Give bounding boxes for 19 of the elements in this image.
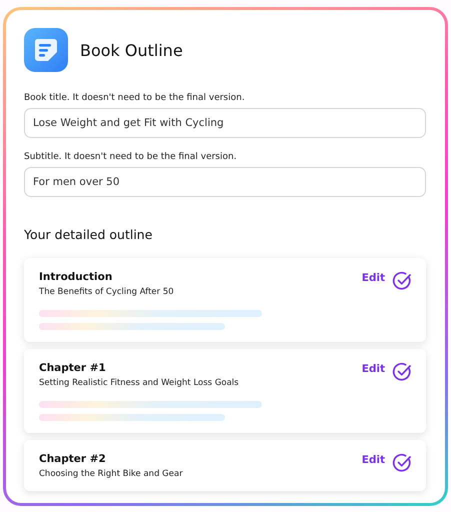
check-circle-icon[interactable]	[392, 271, 412, 291]
page-title: Book Outline	[80, 40, 183, 60]
card-title: Introduction	[39, 271, 114, 283]
document-icon	[24, 28, 68, 72]
card-title: Chapter #2	[39, 453, 107, 465]
card-subtitle: The Benefits of Cycling After 50	[39, 287, 175, 297]
text-field[interactable]: Lose Weight and get Fit with Cycling	[24, 108, 426, 138]
card-title: Chapter #1	[39, 362, 107, 374]
edit-link[interactable]: Edit	[362, 363, 385, 375]
edit-link[interactable]: Edit	[362, 272, 385, 284]
card-subtitle: Setting Realistic Fitness and Weight Loss Goals	[39, 378, 240, 388]
text-field[interactable]: For men over 50	[24, 167, 426, 197]
check-circle-icon[interactable]	[392, 362, 412, 382]
check-circle-icon[interactable]	[392, 453, 412, 473]
edit-link[interactable]: Edit	[362, 454, 385, 466]
card-subtitle: Choosing the Right Bike and Gear	[39, 469, 184, 479]
section-heading: Your detailed outline	[24, 227, 154, 242]
field-label: Book title. It doesn't need to be the final version.	[24, 93, 246, 103]
field-label: Subtitle. It doesn't need to be the final version.	[24, 152, 238, 162]
